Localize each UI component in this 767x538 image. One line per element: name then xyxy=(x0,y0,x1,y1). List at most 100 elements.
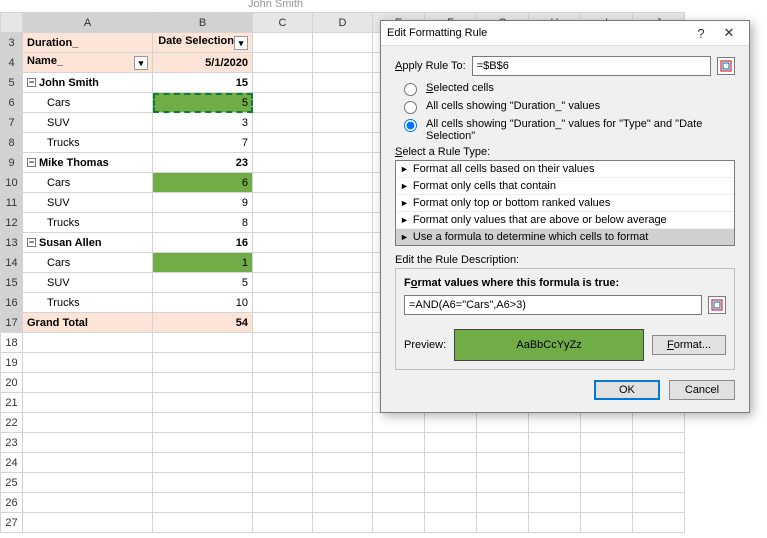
cell[interactable] xyxy=(373,453,425,473)
cell[interactable] xyxy=(23,473,153,493)
cell[interactable] xyxy=(313,193,373,213)
cell[interactable] xyxy=(633,513,685,533)
row-header[interactable]: 10 xyxy=(1,173,23,193)
col-header-B[interactable]: B xyxy=(153,13,253,33)
grand-total-value[interactable]: 54 xyxy=(153,313,253,333)
cell[interactable] xyxy=(425,473,477,493)
cell[interactable] xyxy=(313,473,373,493)
pivot-row-label[interactable]: SUV xyxy=(23,193,153,213)
collapse-icon[interactable]: − xyxy=(27,158,36,167)
cell[interactable] xyxy=(425,513,477,533)
cell[interactable] xyxy=(313,393,373,413)
cell[interactable] xyxy=(313,73,373,93)
cell[interactable] xyxy=(581,413,633,433)
cell[interactable] xyxy=(313,153,373,173)
cell[interactable] xyxy=(313,313,373,333)
cell[interactable] xyxy=(313,253,373,273)
cell[interactable] xyxy=(633,433,685,453)
row-header[interactable]: 17 xyxy=(1,313,23,333)
cell[interactable] xyxy=(253,413,313,433)
group-subtotal[interactable]: 15 xyxy=(153,73,253,93)
cell[interactable] xyxy=(313,453,373,473)
apply-rule-input[interactable] xyxy=(472,56,711,76)
rule-type-option[interactable]: ►Format all cells based on their values xyxy=(396,161,734,178)
pivot-row-value[interactable]: 5 xyxy=(153,273,253,293)
row-header[interactable]: 21 xyxy=(1,393,23,413)
row-header[interactable]: 8 xyxy=(1,133,23,153)
cell[interactable] xyxy=(529,473,581,493)
pivot-row-value[interactable]: 1 xyxy=(153,253,253,273)
cell[interactable] xyxy=(153,353,253,373)
cell[interactable] xyxy=(373,413,425,433)
rule-type-option[interactable]: ►Format only top or bottom ranked values xyxy=(396,195,734,212)
row-header[interactable]: 3 xyxy=(1,33,23,53)
select-all-corner[interactable] xyxy=(1,13,23,33)
row-header[interactable]: 23 xyxy=(1,433,23,453)
cell[interactable] xyxy=(313,433,373,453)
pivot-header-date[interactable]: Date Selection▾ xyxy=(153,33,253,53)
cell[interactable] xyxy=(373,513,425,533)
radio-selected-cells[interactable]: Selected cells xyxy=(399,82,735,96)
row-header[interactable]: 7 xyxy=(1,113,23,133)
group-subtotal[interactable]: 16 xyxy=(153,233,253,253)
cell[interactable] xyxy=(313,273,373,293)
pivot-row-value[interactable]: 5 xyxy=(153,93,253,113)
cell[interactable] xyxy=(477,493,529,513)
cell[interactable] xyxy=(23,353,153,373)
pivot-row-label[interactable]: Cars xyxy=(23,173,153,193)
pivot-row-value[interactable]: 6 xyxy=(153,173,253,193)
cell[interactable] xyxy=(425,413,477,433)
cell[interactable] xyxy=(529,413,581,433)
rule-type-option[interactable]: ►Use a formula to determine which cells … xyxy=(396,229,734,245)
row-header[interactable]: 11 xyxy=(1,193,23,213)
cell[interactable] xyxy=(23,433,153,453)
cell[interactable] xyxy=(253,353,313,373)
cell[interactable] xyxy=(23,373,153,393)
cell[interactable] xyxy=(633,493,685,513)
cell[interactable] xyxy=(313,333,373,353)
row-header[interactable]: 5 xyxy=(1,73,23,93)
cell[interactable] xyxy=(633,473,685,493)
row-header[interactable]: 24 xyxy=(1,453,23,473)
cell[interactable] xyxy=(581,453,633,473)
pivot-row-value[interactable]: 9 xyxy=(153,193,253,213)
collapse-icon[interactable]: − xyxy=(27,238,36,247)
help-button[interactable]: ? xyxy=(687,26,715,41)
group-header[interactable]: −Susan Allen xyxy=(23,233,153,253)
cell[interactable] xyxy=(253,473,313,493)
pivot-row-value[interactable]: 3 xyxy=(153,113,253,133)
row-header[interactable]: 12 xyxy=(1,213,23,233)
cell[interactable] xyxy=(373,493,425,513)
cell[interactable] xyxy=(153,453,253,473)
cell[interactable] xyxy=(313,493,373,513)
row-header[interactable]: 25 xyxy=(1,473,23,493)
cell[interactable] xyxy=(313,53,373,73)
cell[interactable] xyxy=(153,473,253,493)
row-header[interactable]: 22 xyxy=(1,413,23,433)
col-header-D[interactable]: D xyxy=(313,13,373,33)
cell[interactable] xyxy=(253,233,313,253)
cell[interactable] xyxy=(23,453,153,473)
row-header[interactable]: 26 xyxy=(1,493,23,513)
cell[interactable] xyxy=(153,373,253,393)
cell[interactable] xyxy=(313,513,373,533)
row-header[interactable]: 6 xyxy=(1,93,23,113)
cell[interactable] xyxy=(253,153,313,173)
row-header[interactable]: 19 xyxy=(1,353,23,373)
cell[interactable] xyxy=(253,113,313,133)
cell[interactable] xyxy=(253,253,313,273)
range-picker-icon[interactable] xyxy=(708,296,726,314)
range-picker-icon[interactable] xyxy=(717,57,735,75)
cell[interactable] xyxy=(313,233,373,253)
pivot-row-label[interactable]: Trucks xyxy=(23,293,153,313)
row-header[interactable]: 16 xyxy=(1,293,23,313)
cell[interactable] xyxy=(425,453,477,473)
pivot-row-value[interactable]: 8 xyxy=(153,213,253,233)
row-header[interactable]: 27 xyxy=(1,513,23,533)
cell[interactable] xyxy=(581,433,633,453)
pivot-row-label[interactable]: Cars xyxy=(23,93,153,113)
cell[interactable] xyxy=(253,193,313,213)
cell[interactable] xyxy=(581,493,633,513)
cell[interactable] xyxy=(253,73,313,93)
pivot-row-label[interactable]: SUV xyxy=(23,273,153,293)
